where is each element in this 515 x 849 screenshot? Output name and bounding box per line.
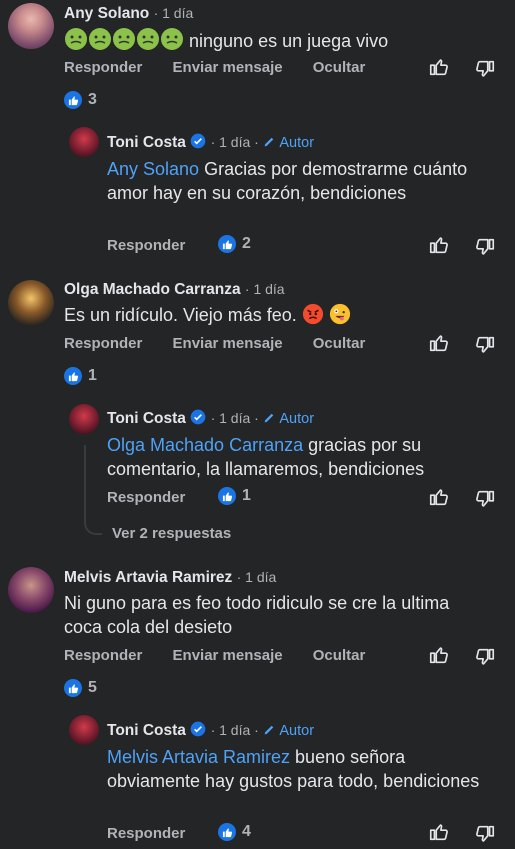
like-icon xyxy=(64,679,82,697)
avatar[interactable] xyxy=(8,3,54,49)
thumbs-down-icon[interactable] xyxy=(474,236,496,258)
pencil-icon xyxy=(264,725,274,735)
thumbs-up-icon[interactable] xyxy=(428,821,450,843)
nauseated-face-icon xyxy=(65,28,87,50)
reply-button[interactable]: Responder xyxy=(64,335,142,352)
zany-face-icon xyxy=(329,303,350,325)
angry-face-icon xyxy=(302,303,323,325)
nauseated-face-icon xyxy=(161,28,183,50)
thumbs-up-icon[interactable] xyxy=(428,234,450,256)
verified-badge-icon xyxy=(190,409,206,425)
reply-author[interactable]: Toni Costa · 1 día · Autor xyxy=(107,721,314,740)
reply-actions: Responder xyxy=(107,825,185,842)
reply-button[interactable]: Responder xyxy=(64,647,142,664)
avatar[interactable] xyxy=(8,567,54,613)
hide-button[interactable]: Ocultar xyxy=(313,335,366,352)
hide-button[interactable]: Ocultar xyxy=(313,59,366,76)
mention-link[interactable]: Olga Machado Carranza xyxy=(107,435,303,455)
comment-text: ninguno es un juega vivo xyxy=(64,27,388,53)
like-icon xyxy=(218,487,236,505)
reply-button[interactable]: Responder xyxy=(107,489,185,506)
emoji-group xyxy=(64,28,189,51)
comment-author[interactable]: Olga Machado Carranza · 1 día xyxy=(64,281,285,299)
pencil-icon xyxy=(264,413,274,423)
thumbs-up-icon[interactable] xyxy=(428,486,450,508)
author-badge: Autor xyxy=(263,723,314,739)
comment-text: Ni guno para es feo todo ridiculo se cre… xyxy=(64,593,450,637)
reply-author[interactable]: Toni Costa · 1 día · Autor xyxy=(107,409,314,428)
thumbs-down-icon[interactable] xyxy=(474,58,496,80)
comment-actions: Responder Enviar mensaje Ocultar xyxy=(64,59,365,76)
like-icon xyxy=(218,823,236,841)
avatar[interactable] xyxy=(69,404,99,434)
nauseated-face-icon xyxy=(113,28,135,50)
reply-button[interactable]: Responder xyxy=(107,825,185,842)
like-count[interactable]: 4 xyxy=(218,823,251,841)
comment-actions: Responder Enviar mensaje Ocultar xyxy=(64,647,365,664)
view-more-replies-link[interactable]: Ver 2 respuestas xyxy=(112,525,231,542)
thumbs-up-icon[interactable] xyxy=(428,644,450,666)
mention-link[interactable]: Any Solano xyxy=(107,159,199,179)
verified-badge-icon xyxy=(190,133,206,149)
reply-time[interactable]: · 1 día · xyxy=(211,722,259,738)
comment-time[interactable]: · 1 día xyxy=(154,5,194,21)
thumbs-up-icon[interactable] xyxy=(428,56,450,78)
nauseated-face-icon xyxy=(137,28,159,50)
reply-text: Melvis Artavia Ramirez bueno señora obvi… xyxy=(107,747,480,791)
send-message-button[interactable]: Enviar mensaje xyxy=(173,647,283,664)
comment-text: Es un ridículo. Viejo más feo. xyxy=(64,303,351,327)
like-count[interactable]: 5 xyxy=(64,679,97,697)
reply-button[interactable]: Responder xyxy=(107,237,185,254)
thumbs-down-icon[interactable] xyxy=(474,646,496,668)
send-message-button[interactable]: Enviar mensaje xyxy=(173,59,283,76)
comment-author[interactable]: Any Solano · 1 día xyxy=(64,5,193,23)
thumbs-up-icon[interactable] xyxy=(428,332,450,354)
like-icon xyxy=(64,91,82,109)
reply-author[interactable]: Toni Costa · 1 día · Autor xyxy=(107,133,314,152)
like-icon xyxy=(218,235,236,253)
comment-time[interactable]: · 1 día xyxy=(245,281,285,297)
reply-actions: Responder xyxy=(107,237,185,254)
pencil-icon xyxy=(264,137,274,147)
like-count[interactable]: 2 xyxy=(218,235,251,253)
avatar[interactable] xyxy=(69,715,99,745)
reply-text: Olga Machado Carranza gracias por su com… xyxy=(107,435,425,479)
comment-time[interactable]: · 1 día xyxy=(237,569,277,585)
like-count[interactable]: 1 xyxy=(64,367,97,385)
thumbs-down-icon[interactable] xyxy=(474,823,496,845)
like-count[interactable]: 1 xyxy=(218,487,251,505)
like-count[interactable]: 3 xyxy=(64,91,97,109)
author-badge: Autor xyxy=(263,411,314,427)
thumbs-down-icon[interactable] xyxy=(474,488,496,510)
author-badge: Autor xyxy=(263,135,314,151)
mention-link[interactable]: Melvis Artavia Ramirez xyxy=(107,747,290,767)
avatar[interactable] xyxy=(69,127,99,157)
thumbs-down-icon[interactable] xyxy=(474,334,496,356)
avatar[interactable] xyxy=(8,280,54,326)
reply-time[interactable]: · 1 día · xyxy=(211,410,259,426)
thread-connector xyxy=(84,445,102,535)
like-icon xyxy=(64,367,82,385)
nauseated-face-icon xyxy=(89,28,111,50)
reply-actions: Responder xyxy=(107,489,185,506)
hide-button[interactable]: Ocultar xyxy=(313,647,366,664)
send-message-button[interactable]: Enviar mensaje xyxy=(173,335,283,352)
reply-text: Any Solano Gracias por demostrarme cuánt… xyxy=(107,159,468,203)
reply-time[interactable]: · 1 día · xyxy=(211,134,259,150)
reply-button[interactable]: Responder xyxy=(64,59,142,76)
comment-author[interactable]: Melvis Artavia Ramirez · 1 día xyxy=(64,569,276,587)
verified-badge-icon xyxy=(190,721,206,737)
comment-actions: Responder Enviar mensaje Ocultar xyxy=(64,335,365,352)
